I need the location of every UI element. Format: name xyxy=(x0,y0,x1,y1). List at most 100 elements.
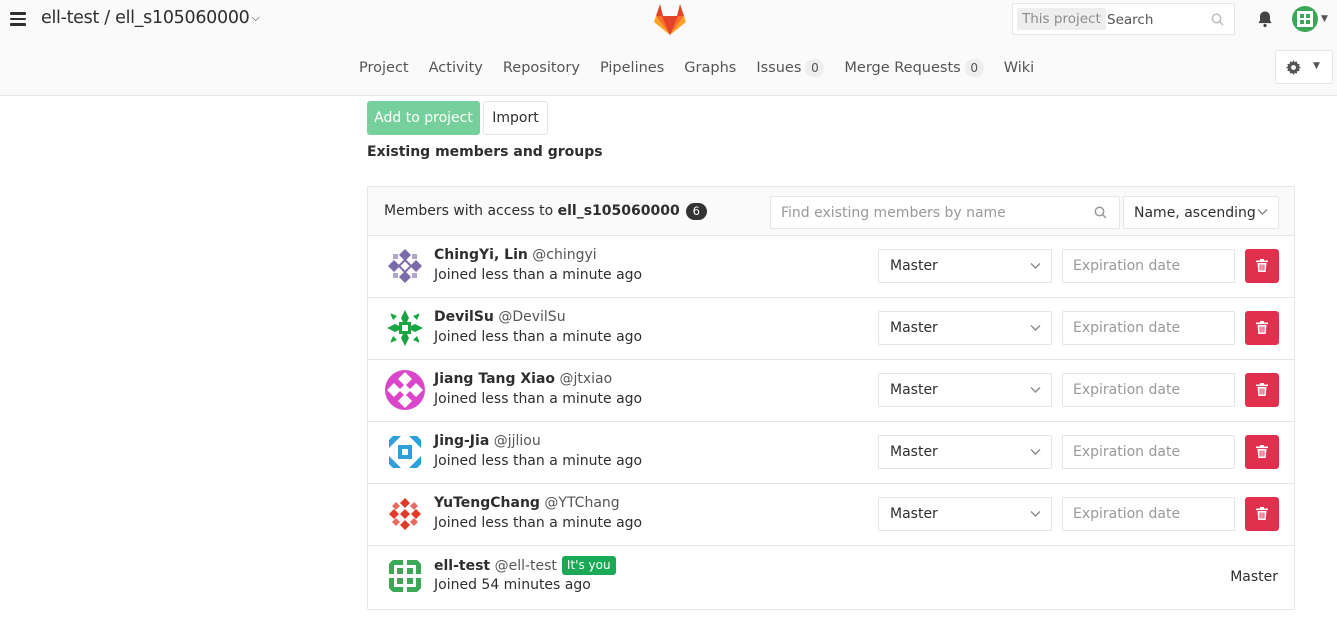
member-joined: Joined less than a minute ago xyxy=(434,515,643,531)
role-label[interactable]: Master xyxy=(890,258,938,274)
project-breadcrumb[interactable]: ell-test / ell_s105060000 ⌵ xyxy=(41,8,260,28)
nav-label[interactable]: Activity xyxy=(429,60,483,76)
nav-label[interactable]: Wiki xyxy=(1004,60,1034,76)
member-avatar[interactable] xyxy=(385,308,425,348)
nav-pipelines[interactable]: Pipelines xyxy=(600,56,664,80)
member-search-placeholder[interactable]: Find existing members by name xyxy=(781,205,1006,221)
issues-count-badge: 0 xyxy=(805,59,825,77)
trash-icon xyxy=(1256,321,1268,334)
expiration-date-input[interactable]: Expiration date xyxy=(1062,311,1235,345)
nav-graphs[interactable]: Graphs xyxy=(684,56,736,80)
sort-label[interactable]: Name, ascending xyxy=(1134,205,1256,221)
member-avatar[interactable] xyxy=(385,494,425,534)
nav-label[interactable]: Graphs xyxy=(684,60,736,76)
chevron-down-icon[interactable]: ⌵ xyxy=(252,11,260,25)
role-dropdown[interactable]: Master xyxy=(878,497,1052,531)
settings-dropdown-button[interactable]: ▼ xyxy=(1275,50,1333,84)
role-label[interactable]: Master xyxy=(890,320,938,336)
trash-icon xyxy=(1256,507,1268,520)
role-dropdown[interactable]: Master xyxy=(878,249,1052,283)
nav-label[interactable]: Issues xyxy=(756,60,801,76)
member-name[interactable]: Jiang Tang Xiao xyxy=(434,371,555,387)
user-avatar[interactable] xyxy=(1292,6,1318,32)
expiration-date-input[interactable]: Expiration date xyxy=(1062,249,1235,283)
remove-member-button[interactable] xyxy=(1245,373,1279,407)
nav-label[interactable]: Pipelines xyxy=(600,60,664,76)
breadcrumb-text[interactable]: ell-test / ell_s105060000 xyxy=(41,8,250,28)
role-dropdown[interactable]: Master xyxy=(878,435,1052,469)
member-row: DevilSu @DevilSu Joined less than a minu… xyxy=(368,298,1294,360)
remove-member-button[interactable] xyxy=(1245,497,1279,531)
member-joined: Joined less than a minute ago xyxy=(434,453,643,469)
member-avatar[interactable] xyxy=(385,432,425,472)
members-count-badge: 6 xyxy=(685,203,707,220)
role-dropdown[interactable]: Master xyxy=(878,311,1052,345)
search-icon xyxy=(1211,13,1224,26)
role-label[interactable]: Master xyxy=(890,506,938,522)
expiration-placeholder[interactable]: Expiration date xyxy=(1073,506,1180,522)
member-avatar[interactable] xyxy=(385,370,425,410)
member-search-input[interactable]: Find existing members by name xyxy=(770,196,1120,229)
nav-activity[interactable]: Activity xyxy=(429,56,483,80)
nav-label[interactable]: Repository xyxy=(503,60,580,76)
trash-icon xyxy=(1256,259,1268,272)
expiration-date-input[interactable]: Expiration date xyxy=(1062,435,1235,469)
chevron-down-icon xyxy=(1030,387,1041,393)
expiration-placeholder[interactable]: Expiration date xyxy=(1073,258,1180,274)
chevron-down-icon xyxy=(1257,209,1268,215)
role-label[interactable]: Master xyxy=(890,382,938,398)
nav-merge-requests[interactable]: Merge Requests 0 xyxy=(844,56,984,80)
expiration-date-input[interactable]: Expiration date xyxy=(1062,373,1235,407)
member-username: @ell-test xyxy=(494,558,557,574)
chevron-down-icon xyxy=(1030,325,1041,331)
search-input[interactable]: Search xyxy=(1107,12,1153,28)
notifications-bell-icon[interactable] xyxy=(1256,10,1274,28)
search-box[interactable]: This project Search xyxy=(1012,3,1235,35)
caret-down-icon[interactable]: ▼ xyxy=(1321,14,1328,24)
expiration-placeholder[interactable]: Expiration date xyxy=(1073,444,1180,460)
nav-label[interactable]: Merge Requests xyxy=(844,60,960,76)
member-row: ChingYi, Lin @chingyi Joined less than a… xyxy=(368,236,1294,298)
member-username: @chingyi xyxy=(532,247,597,263)
members-panel-header: Members with access to ell_s105060000 6 F… xyxy=(368,187,1294,236)
member-name[interactable]: Jing-Jia xyxy=(434,433,489,449)
member-row: Jing-Jia @jjliou Joined less than a minu… xyxy=(368,422,1294,484)
expiration-placeholder[interactable]: Expiration date xyxy=(1073,382,1180,398)
member-name[interactable]: ChingYi, Lin xyxy=(434,247,528,263)
chevron-down-icon xyxy=(1030,449,1041,455)
top-header: ell-test / ell_s105060000 ⌵ This project … xyxy=(0,0,1337,96)
member-joined: Joined less than a minute ago xyxy=(434,267,643,283)
nav-wiki[interactable]: Wiki xyxy=(1004,56,1034,80)
remove-member-button[interactable] xyxy=(1245,249,1279,283)
nav-issues[interactable]: Issues 0 xyxy=(756,56,825,80)
role-dropdown[interactable]: Master xyxy=(878,373,1052,407)
sort-dropdown[interactable]: Name, ascending xyxy=(1123,196,1279,229)
member-name[interactable]: ell-test xyxy=(434,558,490,574)
role-label[interactable]: Master xyxy=(890,444,938,460)
gear-icon xyxy=(1286,60,1301,75)
expiration-placeholder[interactable]: Expiration date xyxy=(1073,320,1180,336)
caret-down-icon: ▼ xyxy=(1313,61,1320,71)
member-joined: Joined 54 minutes ago xyxy=(434,577,591,593)
nav-project[interactable]: Project xyxy=(359,56,409,80)
nav-repository[interactable]: Repository xyxy=(503,56,580,80)
gitlab-logo-icon[interactable] xyxy=(652,1,688,37)
project-nav: Project Activity Repository Pipelines Gr… xyxy=(349,56,1044,80)
nav-label[interactable]: Project xyxy=(359,60,409,76)
hamburger-menu-icon[interactable] xyxy=(10,12,26,26)
member-name[interactable]: YuTengChang xyxy=(434,495,540,511)
member-username: @jjliou xyxy=(493,433,541,449)
remove-member-button[interactable] xyxy=(1245,435,1279,469)
member-avatar[interactable] xyxy=(385,246,425,286)
search-icon xyxy=(1094,206,1107,219)
member-avatar[interactable] xyxy=(385,556,425,596)
member-name[interactable]: DevilSu xyxy=(434,309,494,325)
search-scope-badge[interactable]: This project xyxy=(1017,8,1106,30)
import-button[interactable]: Import xyxy=(483,101,548,135)
expiration-date-input[interactable]: Expiration date xyxy=(1062,497,1235,531)
remove-member-button[interactable] xyxy=(1245,311,1279,345)
chevron-down-icon xyxy=(1030,511,1041,517)
members-access-heading: Members with access to ell_s105060000 6 xyxy=(384,203,707,220)
chevron-down-icon xyxy=(1030,263,1041,269)
add-to-project-button[interactable]: Add to project xyxy=(367,101,480,135)
